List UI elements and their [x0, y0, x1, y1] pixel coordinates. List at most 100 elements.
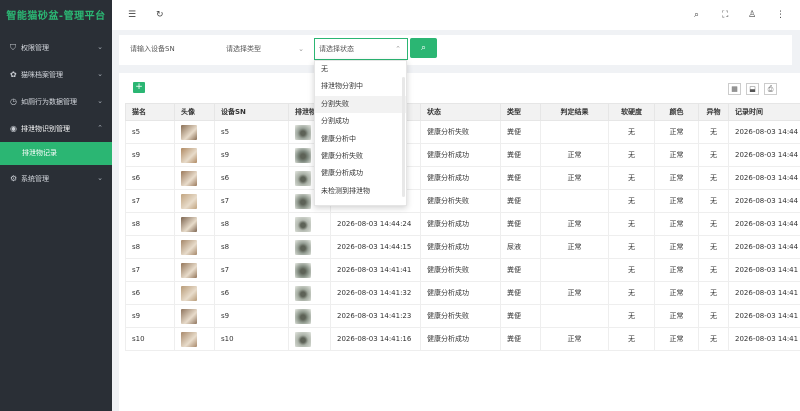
records-table: 猫名 头像 设备SN 排泄物 状态 类型 判定结果 软硬度 颜色 异物 记录时间… [125, 103, 800, 351]
col-header[interactable]: 异物 [698, 103, 729, 121]
col-header[interactable]: 判定结果 [540, 103, 609, 121]
sidebar-item-toilet-behavior[interactable]: ◷ 如厕行为数据管理 ⌄ [0, 88, 112, 115]
cat-avatar[interactable] [181, 170, 197, 186]
export-button[interactable]: ⬓ [746, 83, 759, 95]
cat-avatar[interactable] [181, 331, 197, 347]
status-option[interactable]: 健康分析成功 [315, 165, 406, 182]
hardness-cell: 无 [608, 281, 655, 305]
table-row[interactable]: s6 s6 健康分析成功 粪便 正常无正常无 2026-08-03 14:44 [125, 166, 800, 190]
sidebar-item-excrement-records[interactable]: 排泄物记录 [0, 142, 112, 165]
menu-toggle-icon[interactable]: ☰ [128, 8, 136, 22]
table-row[interactable]: s8 s8 2026-08-03 14:44:24 健康分析成功 粪便 正常无正常无 202… [125, 212, 800, 236]
user-icon[interactable]: ♙ [748, 8, 756, 22]
excrement-image[interactable] [295, 147, 311, 163]
record-time-cell: 2026-08-03 14:41 [728, 258, 800, 282]
col-header[interactable]: 头像 [174, 103, 215, 121]
chevron-down-icon: ⌄ [97, 70, 103, 78]
col-header[interactable]: 状态 [420, 103, 501, 121]
filter-bar: 请输入设备SN 请选择类型 ⌄ 请选择状态 ⌃ ⌕ [119, 35, 792, 65]
type-cell: 粪便 [500, 189, 541, 213]
refresh-icon[interactable]: ↻ [156, 8, 164, 22]
status-option[interactable]: 健康分析中 [315, 131, 406, 148]
col-header[interactable]: 颜色 [654, 103, 699, 121]
cat-avatar[interactable] [181, 147, 197, 163]
sidebar-item-cat-profiles[interactable]: ✿ 猫咪档案管理 ⌄ [0, 61, 112, 88]
device-sn-cell: s10 [214, 327, 289, 351]
status-option[interactable]: 无 [315, 61, 406, 78]
col-header[interactable]: 记录时间 [728, 103, 800, 121]
col-header[interactable]: 猫名 [125, 103, 175, 121]
table-row[interactable]: s9 s9 健康分析成功 粪便 正常无正常无 2026-08-03 14:44 [125, 143, 800, 167]
columns-button[interactable]: ▦ [728, 83, 741, 95]
status-option[interactable]: 健康分析失败 [315, 148, 406, 165]
status-cell: 健康分析失败 [420, 120, 501, 144]
print-button[interactable]: ⎙ [764, 83, 777, 95]
status-option[interactable]: 分割失败 [315, 95, 406, 114]
status-option[interactable]: 未检测到排泄物 [315, 183, 406, 200]
excrement-image[interactable] [295, 193, 311, 209]
sidebar-item-label: 权限管理 [21, 44, 49, 52]
more-icon[interactable]: ⋮ [776, 8, 785, 22]
submenu: 排泄物记录 [0, 142, 112, 165]
dropdown-scrollbar[interactable] [402, 77, 405, 197]
col-header[interactable]: 设备SN [214, 103, 289, 121]
table-row[interactable]: s9 s9 2026-08-03 14:41:23 健康分析失败 粪便无正常无 2026-… [125, 304, 800, 328]
cat-avatar[interactable] [181, 193, 197, 209]
cat-avatar[interactable] [181, 308, 197, 324]
avatar-cell [174, 189, 215, 213]
cat-avatar[interactable] [181, 262, 197, 278]
avatar-cell [174, 235, 215, 259]
status-cell: 健康分析成功 [420, 327, 501, 351]
top-bar: ☰ ↻ ⌕ ⛶ ♙ ⋮ [112, 0, 800, 30]
type-select[interactable]: 请选择类型 ⌄ [215, 38, 311, 60]
cat-name-cell: s9 [125, 143, 175, 167]
excrement-image[interactable] [295, 239, 311, 255]
sidebar-item-system[interactable]: ⚙ 系统管理 ⌄ [0, 165, 112, 192]
search-icon[interactable]: ⌕ [694, 8, 699, 22]
color-cell: 正常 [654, 189, 699, 213]
search-button[interactable]: ⌕ [410, 38, 437, 58]
fullscreen-icon[interactable]: ⛶ [722, 8, 728, 22]
table-row[interactable]: s7 s7 2026-08-03 14:41:41 健康分析失败 粪便无正常无 2026-… [125, 258, 800, 282]
table-row[interactable]: s5 s5 健康分析失败 粪便无正常无 2026-08-03 14:44 [125, 120, 800, 144]
cat-avatar[interactable] [181, 285, 197, 301]
table-row[interactable]: s10 s10 2026-08-03 14:41:16 健康分析成功 粪便 正常无正常无 2… [125, 327, 800, 351]
status-cell: 健康分析成功 [420, 166, 501, 190]
sidebar-item-permissions[interactable]: ⛉ 权限管理 ⌄ [0, 34, 112, 61]
foreign-cell: 无 [698, 258, 729, 282]
result-cell [540, 304, 609, 328]
status-cell: 健康分析成功 [420, 143, 501, 167]
table-row[interactable]: s7 s7 健康分析失败 粪便无正常无 2026-08-03 14:44 [125, 189, 800, 213]
device-sn-cell: s7 [214, 258, 289, 282]
cat-avatar[interactable] [181, 216, 197, 232]
status-option[interactable]: 排泄物分割中 [315, 78, 406, 95]
excrement-image[interactable] [295, 262, 311, 278]
excrement-image[interactable] [295, 216, 311, 232]
cat-avatar[interactable] [181, 124, 197, 140]
avatar-cell [174, 143, 215, 167]
foreign-cell: 无 [698, 143, 729, 167]
status-option[interactable]: 分割成功 [315, 113, 406, 130]
status-cell: 健康分析失败 [420, 258, 501, 282]
excrement-image[interactable] [295, 170, 311, 186]
status-select[interactable]: 请选择状态 ⌃ [314, 38, 408, 60]
sidebar-item-excrement-recognition[interactable]: ◉ 排泄物识别管理 ⌃ [0, 115, 112, 142]
result-cell: 正常 [540, 166, 609, 190]
type-cell: 尿液 [500, 235, 541, 259]
excrement-image[interactable] [295, 124, 311, 140]
add-button[interactable]: + [133, 82, 145, 93]
excrement-image[interactable] [295, 308, 311, 324]
type-cell: 粪便 [500, 143, 541, 167]
excrement-image-cell [288, 327, 331, 351]
eye-icon: ◉ [10, 124, 17, 133]
excrement-image[interactable] [295, 331, 311, 347]
excrement-image[interactable] [295, 285, 311, 301]
cat-avatar[interactable] [181, 239, 197, 255]
device-sn-input[interactable]: 请输入设备SN [119, 38, 214, 60]
table-row[interactable]: s6 s6 2026-08-03 14:41:32 健康分析成功 粪便 正常无正常无 202… [125, 281, 800, 305]
col-header[interactable]: 类型 [500, 103, 541, 121]
color-cell: 正常 [654, 304, 699, 328]
col-header[interactable]: 软硬度 [608, 103, 655, 121]
cat-name-cell: s5 [125, 120, 175, 144]
table-row[interactable]: s8 s8 2026-08-03 14:44:15 健康分析成功 尿液 正常无正常无 202… [125, 235, 800, 259]
